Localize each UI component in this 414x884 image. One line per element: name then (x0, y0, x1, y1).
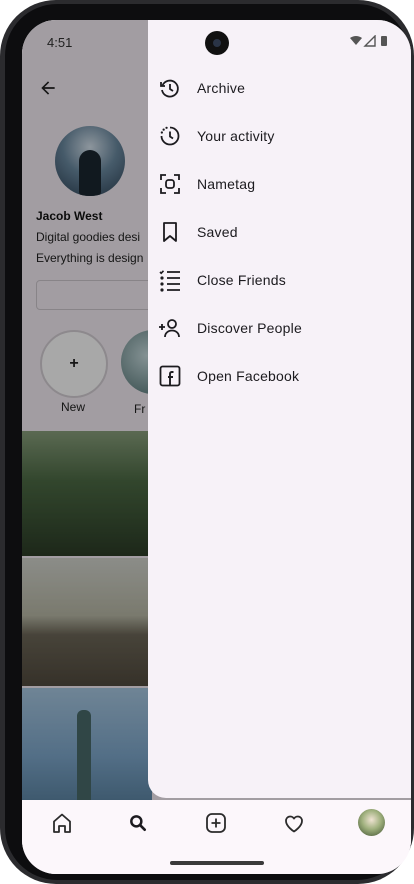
menu-item-archive[interactable]: Archive (158, 66, 408, 110)
menu-item-label: Your activity (197, 128, 275, 144)
facebook-icon (158, 364, 182, 388)
home-icon[interactable] (49, 810, 75, 836)
menu-item-your-activity[interactable]: Your activity (158, 114, 408, 158)
menu-item-label: Discover People (197, 320, 302, 336)
menu-item-label: Saved (197, 224, 238, 240)
phone-bezel: 4:51 Jacob West Digital goodies desi Eve… (5, 4, 411, 880)
activity-icon (158, 124, 182, 148)
system-status-icons (349, 34, 395, 50)
phone-frame: 4:51 Jacob West Digital goodies desi Eve… (0, 0, 414, 884)
menu-item-saved[interactable]: Saved (158, 210, 408, 254)
menu-item-nametag[interactable]: Nametag (158, 162, 408, 206)
profile-avatar[interactable] (358, 809, 385, 836)
screen: 4:51 Jacob West Digital goodies desi Eve… (22, 20, 411, 874)
menu-item-discover-people[interactable]: Discover People (158, 306, 408, 350)
front-camera (205, 31, 229, 55)
menu-item-label: Open Facebook (197, 368, 300, 384)
menu-item-open-facebook[interactable]: Open Facebook (158, 354, 408, 398)
menu-item-label: Close Friends (197, 272, 286, 288)
add-person-icon (158, 316, 182, 340)
menu-item-label: Nametag (197, 176, 256, 192)
add-post-icon[interactable] (203, 810, 229, 836)
close-friends-icon (158, 268, 182, 292)
heart-icon[interactable] (281, 810, 307, 836)
search-icon[interactable] (125, 810, 151, 836)
menu-item-label: Archive (197, 80, 246, 96)
archive-icon (158, 76, 182, 100)
bookmark-icon (158, 220, 182, 244)
gesture-home-indicator[interactable] (170, 861, 264, 865)
nametag-icon (158, 172, 182, 196)
menu-item-close-friends[interactable]: Close Friends (158, 258, 408, 302)
